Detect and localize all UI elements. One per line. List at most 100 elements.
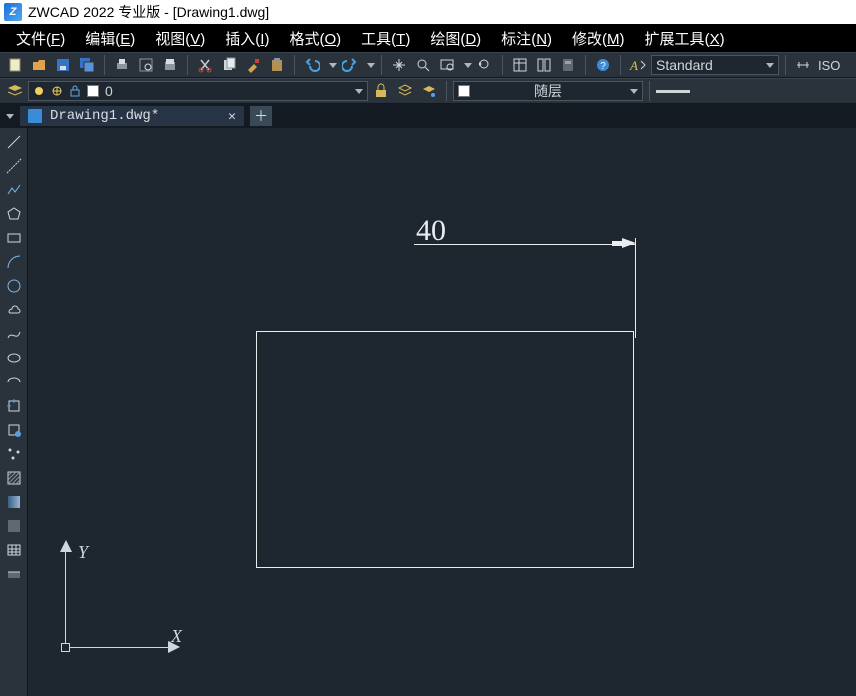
menu-edit[interactable]: 编辑(E) <box>75 26 145 51</box>
arc-tool[interactable] <box>3 252 25 272</box>
menu-bar: 文件(F) 编辑(E) 视图(V) 插入(I) 格式(O) 工具(T) 绘图(D… <box>0 24 856 52</box>
ellipse-tool[interactable] <box>3 348 25 368</box>
calculator-button[interactable] <box>557 54 579 76</box>
menu-file[interactable]: 文件(F) <box>6 26 75 51</box>
open-button[interactable] <box>28 54 50 76</box>
table-tool[interactable] <box>3 540 25 560</box>
polyline-tool[interactable] <box>3 180 25 200</box>
point-tool-icon <box>6 446 22 462</box>
title-bar: Z ZWCAD 2022 专业版 - [Drawing1.dwg] <box>0 0 856 24</box>
layer-on-icon <box>33 85 45 97</box>
ellipse-arc-tool[interactable] <box>3 372 25 392</box>
svg-text:A: A <box>629 58 638 73</box>
linetype-preview[interactable] <box>656 90 690 93</box>
document-tab[interactable]: Drawing1.dwg* ✕ <box>20 106 244 126</box>
text-style-button[interactable]: A <box>627 54 649 76</box>
paste-button[interactable] <box>266 54 288 76</box>
match-prop-button[interactable] <box>242 54 264 76</box>
calculator-icon <box>560 57 576 73</box>
make-block-icon <box>6 422 22 438</box>
region-tool-icon <box>6 518 22 534</box>
zoom-dropdown[interactable] <box>464 63 472 68</box>
hatch-tool[interactable] <box>3 468 25 488</box>
zoom-previous-button[interactable] <box>474 54 496 76</box>
menu-draw[interactable]: 绘图(D) <box>420 26 491 51</box>
layer-match-icon <box>421 83 437 99</box>
menu-insert[interactable]: 插入(I) <box>215 26 279 51</box>
app-icon: Z <box>4 3 22 21</box>
new-file-button[interactable] <box>4 54 26 76</box>
window-title: ZWCAD 2022 专业版 - [Drawing1.dwg] <box>28 2 269 22</box>
insert-block-icon <box>6 398 22 414</box>
hatch-tool-icon <box>6 470 22 486</box>
new-file-icon <box>7 57 23 73</box>
cut-button[interactable] <box>194 54 216 76</box>
save-all-button[interactable] <box>76 54 98 76</box>
zoom-window-button[interactable] <box>436 54 458 76</box>
ellipse-arc-tool-icon <box>6 374 22 390</box>
tablist-dropdown[interactable] <box>6 114 14 119</box>
menu-ext[interactable]: 扩展工具(X) <box>635 26 735 51</box>
publish-button[interactable] <box>159 54 181 76</box>
polygon-tool[interactable] <box>3 204 25 224</box>
dim-style-icon <box>795 57 811 73</box>
save-button[interactable] <box>52 54 74 76</box>
zoom-previous-icon <box>477 57 493 73</box>
menu-format[interactable]: 格式(O) <box>279 26 351 51</box>
x-axis-label: X <box>171 626 182 647</box>
layer-match-button[interactable] <box>418 80 440 102</box>
redo-button[interactable] <box>339 54 361 76</box>
undo-button[interactable] <box>301 54 323 76</box>
properties-button[interactable] <box>509 54 531 76</box>
copy-button[interactable] <box>218 54 240 76</box>
new-tab-button[interactable]: ＋ <box>250 106 272 126</box>
bylayer-value: 随层 <box>534 81 562 101</box>
print-button[interactable] <box>111 54 133 76</box>
layer-iso-button[interactable] <box>394 80 416 102</box>
menu-view[interactable]: 视图(V) <box>145 26 215 51</box>
layer-manager-button[interactable] <box>4 80 26 102</box>
help-button[interactable]: ? <box>592 54 614 76</box>
gradient-tool[interactable] <box>3 492 25 512</box>
wipeout-tool[interactable] <box>3 564 25 584</box>
point-tool[interactable] <box>3 444 25 464</box>
insert-block-tool[interactable] <box>3 396 25 416</box>
circle-tool[interactable] <box>3 276 25 296</box>
revision-cloud-icon <box>6 302 22 318</box>
bylayer-combo[interactable]: 随层 <box>453 81 643 101</box>
tab-filename: Drawing1.dwg* <box>50 108 220 124</box>
print-preview-button[interactable] <box>135 54 157 76</box>
zoom-realtime-button[interactable] <box>412 54 434 76</box>
iso-label: ISO <box>818 58 840 73</box>
work-area: 40 Y X <box>0 128 856 696</box>
dimension-arrowhead <box>622 238 636 248</box>
publish-icon <box>162 57 178 73</box>
redo-dropdown[interactable] <box>367 63 375 68</box>
close-tab-button[interactable]: ✕ <box>228 109 236 124</box>
tool-palette-button[interactable] <box>533 54 555 76</box>
color-swatch <box>458 85 470 97</box>
menu-annotate[interactable]: 标注(N) <box>491 26 562 51</box>
menu-tools[interactable]: 工具(T) <box>351 26 420 51</box>
document-tabstrip: Drawing1.dwg* ✕ ＋ <box>0 104 856 128</box>
drawing-canvas[interactable]: 40 Y X <box>28 128 856 696</box>
undo-dropdown[interactable] <box>329 63 337 68</box>
layer-locked-button[interactable] <box>370 80 392 102</box>
make-block-tool[interactable] <box>3 420 25 440</box>
zoom-window-icon <box>439 57 455 73</box>
pan-icon <box>391 57 407 73</box>
line-tool[interactable] <box>3 132 25 152</box>
layer-lock-icon <box>69 85 81 97</box>
rectangle-tool[interactable] <box>3 228 25 248</box>
construction-line-tool[interactable] <box>3 156 25 176</box>
pan-button[interactable] <box>388 54 410 76</box>
save-icon <box>55 57 71 73</box>
layer-combo[interactable]: 0 <box>28 81 368 101</box>
paste-icon <box>269 57 285 73</box>
dim-style-button[interactable] <box>792 54 814 76</box>
menu-modify[interactable]: 修改(M) <box>562 26 635 51</box>
text-style-combo[interactable]: Standard <box>651 55 779 75</box>
revision-cloud-tool[interactable] <box>3 300 25 320</box>
region-tool[interactable] <box>3 516 25 536</box>
spline-tool[interactable] <box>3 324 25 344</box>
